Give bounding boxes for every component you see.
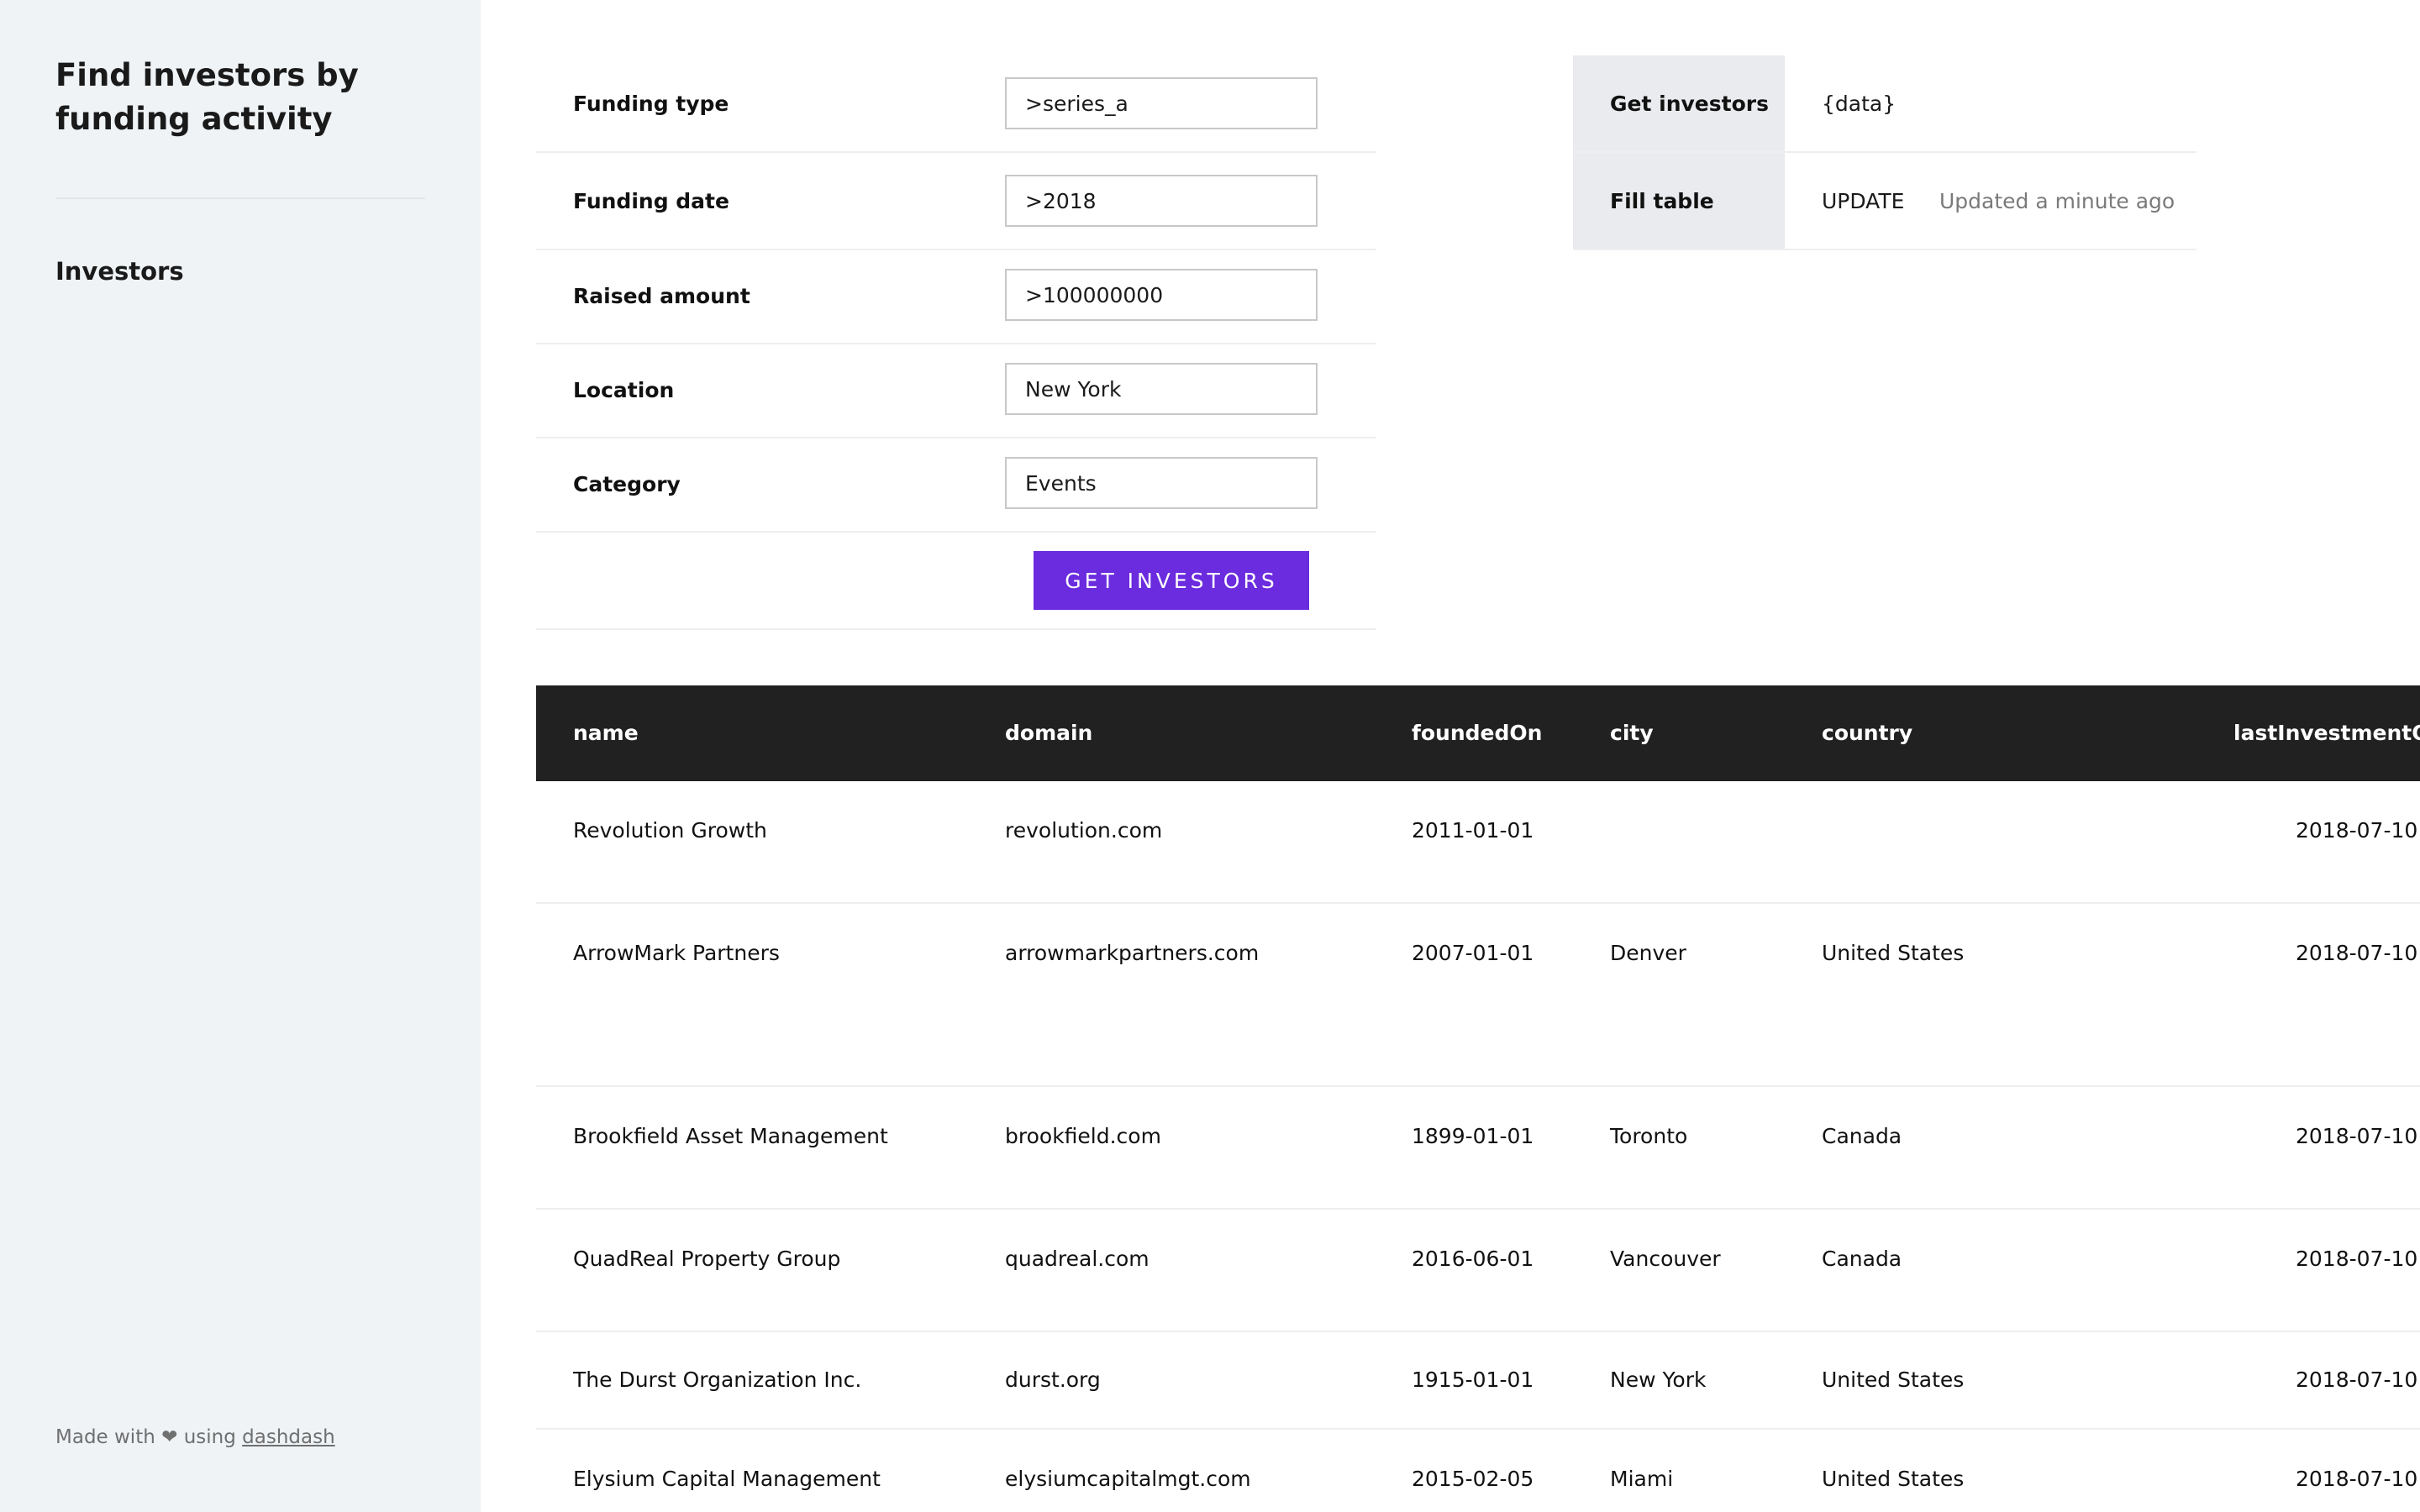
table-row[interactable]: QuadReal Property Group quadreal.com 201… bbox=[536, 1210, 2420, 1332]
cell-founded-on: 2007-01-01 bbox=[1412, 941, 1534, 965]
update-status: Updated a minute ago bbox=[1939, 189, 2175, 213]
query-row-fill-table: Fill table UPDATE Updated a minute ago bbox=[1573, 153, 2196, 250]
cell-country: United States bbox=[1822, 941, 1965, 965]
get-investors-query-value: {data} bbox=[1822, 92, 1897, 116]
cell-country: United States bbox=[1822, 1467, 1965, 1491]
cell-city: Vancouver bbox=[1610, 1247, 1721, 1271]
column-header-city[interactable]: city bbox=[1610, 685, 1654, 781]
sidebar: Find investors by funding activity Inves… bbox=[0, 0, 481, 1512]
cell-city: New York bbox=[1610, 1368, 1707, 1392]
cell-last-investment-on: 2018-07-10 bbox=[2296, 941, 2418, 965]
cell-name: Revolution Growth bbox=[573, 818, 767, 843]
sidebar-item-investors[interactable]: Investors bbox=[55, 257, 184, 286]
cell-city: Denver bbox=[1610, 941, 1686, 965]
cell-name: Brookfield Asset Management bbox=[573, 1124, 888, 1148]
cell-last-investment-on: 2018-07-10 bbox=[2296, 1124, 2418, 1148]
cell-city: Toronto bbox=[1610, 1124, 1688, 1148]
cell-city: Miami bbox=[1610, 1467, 1674, 1491]
cell-domain: brookfield.com bbox=[1005, 1124, 1161, 1148]
funding-type-input[interactable] bbox=[1005, 77, 1318, 129]
cell-last-investment-on: 2018-07-10 bbox=[2296, 1467, 2418, 1491]
cell-domain: quadreal.com bbox=[1005, 1247, 1150, 1271]
heart-icon: ❤ bbox=[161, 1426, 178, 1448]
cell-founded-on: 1915-01-01 bbox=[1412, 1368, 1534, 1392]
cell-last-investment-on: 2018-07-10 bbox=[2296, 1368, 2418, 1392]
query-name-cell: Fill table bbox=[1573, 153, 1785, 249]
column-header-founded-on[interactable]: foundedOn bbox=[1412, 685, 1542, 781]
cell-name: ArrowMark Partners bbox=[573, 941, 780, 965]
form-row-location: Location bbox=[536, 344, 1376, 438]
column-header-domain[interactable]: domain bbox=[1005, 685, 1092, 781]
cell-domain: arrowmarkpartners.com bbox=[1005, 941, 1260, 965]
cell-last-investment-on: 2018-07-10 bbox=[2296, 1247, 2418, 1271]
cell-domain: durst.org bbox=[1005, 1368, 1101, 1392]
category-input[interactable] bbox=[1005, 457, 1318, 509]
cell-country: Canada bbox=[1822, 1247, 1902, 1271]
cell-domain: revolution.com bbox=[1005, 818, 1163, 843]
table-header: name domain foundedOn city country lastI… bbox=[536, 685, 2420, 781]
category-label: Category bbox=[573, 472, 681, 496]
funding-date-input[interactable] bbox=[1005, 175, 1318, 227]
cell-name: Elysium Capital Management bbox=[573, 1467, 881, 1491]
location-input[interactable] bbox=[1005, 363, 1318, 415]
funding-type-label: Funding type bbox=[573, 92, 729, 116]
get-investors-button[interactable]: GET INVESTORS bbox=[1034, 551, 1309, 610]
raised-amount-label: Raised amount bbox=[573, 284, 750, 308]
column-header-last-investment-on[interactable]: lastInvestmentOn bbox=[2233, 685, 2420, 781]
dashdash-link[interactable]: dashdash bbox=[242, 1426, 335, 1448]
table-row[interactable]: Elysium Capital Management elysiumcapita… bbox=[536, 1430, 2420, 1512]
cell-last-investment-on: 2018-07-10 bbox=[2296, 818, 2418, 843]
table-row[interactable]: Brookfield Asset Management brookfield.c… bbox=[536, 1087, 2420, 1210]
table-row[interactable]: Revolution Growth revolution.com 2011-01… bbox=[536, 781, 2420, 904]
app-title: Find investors by funding activity bbox=[55, 57, 359, 137]
footer-using: using bbox=[183, 1426, 236, 1448]
cell-founded-on: 2011-01-01 bbox=[1412, 818, 1534, 843]
table-row[interactable]: The Durst Organization Inc. durst.org 19… bbox=[536, 1332, 2420, 1430]
location-label: Location bbox=[573, 378, 675, 402]
cell-founded-on: 2015-02-05 bbox=[1412, 1467, 1534, 1491]
cell-name: The Durst Organization Inc. bbox=[573, 1368, 862, 1392]
sidebar-footer: Made with ❤ using dashdash bbox=[55, 1426, 335, 1448]
form-row-funding-type: Funding type bbox=[536, 55, 1376, 153]
form-row-raised-amount: Raised amount bbox=[536, 250, 1376, 344]
cell-country: Canada bbox=[1822, 1124, 1902, 1148]
sidebar-divider bbox=[55, 197, 425, 199]
cell-country: United States bbox=[1822, 1368, 1965, 1392]
column-header-country[interactable]: country bbox=[1822, 685, 1912, 781]
footer-prefix: Made with bbox=[55, 1426, 155, 1448]
update-button[interactable]: UPDATE bbox=[1822, 153, 1904, 250]
query-name-cell: Get investors bbox=[1573, 55, 1785, 151]
cell-name: QuadReal Property Group bbox=[573, 1247, 841, 1271]
form-row-category: Category bbox=[536, 438, 1376, 533]
cell-founded-on: 1899-01-01 bbox=[1412, 1124, 1534, 1148]
form-row-funding-date: Funding date bbox=[536, 153, 1376, 250]
raised-amount-input[interactable] bbox=[1005, 269, 1318, 321]
get-investors-query-label: Get investors bbox=[1610, 92, 1769, 116]
table-row[interactable]: ArrowMark Partners arrowmarkpartners.com… bbox=[536, 904, 2420, 1087]
funding-date-label: Funding date bbox=[573, 189, 729, 213]
column-header-name[interactable]: name bbox=[573, 685, 639, 781]
cell-founded-on: 2016-06-01 bbox=[1412, 1247, 1534, 1271]
query-row-get-investors: Get investors {data} bbox=[1573, 55, 2196, 153]
fill-table-query-label: Fill table bbox=[1610, 189, 1714, 213]
cell-domain: elysiumcapitalmgt.com bbox=[1005, 1467, 1251, 1491]
